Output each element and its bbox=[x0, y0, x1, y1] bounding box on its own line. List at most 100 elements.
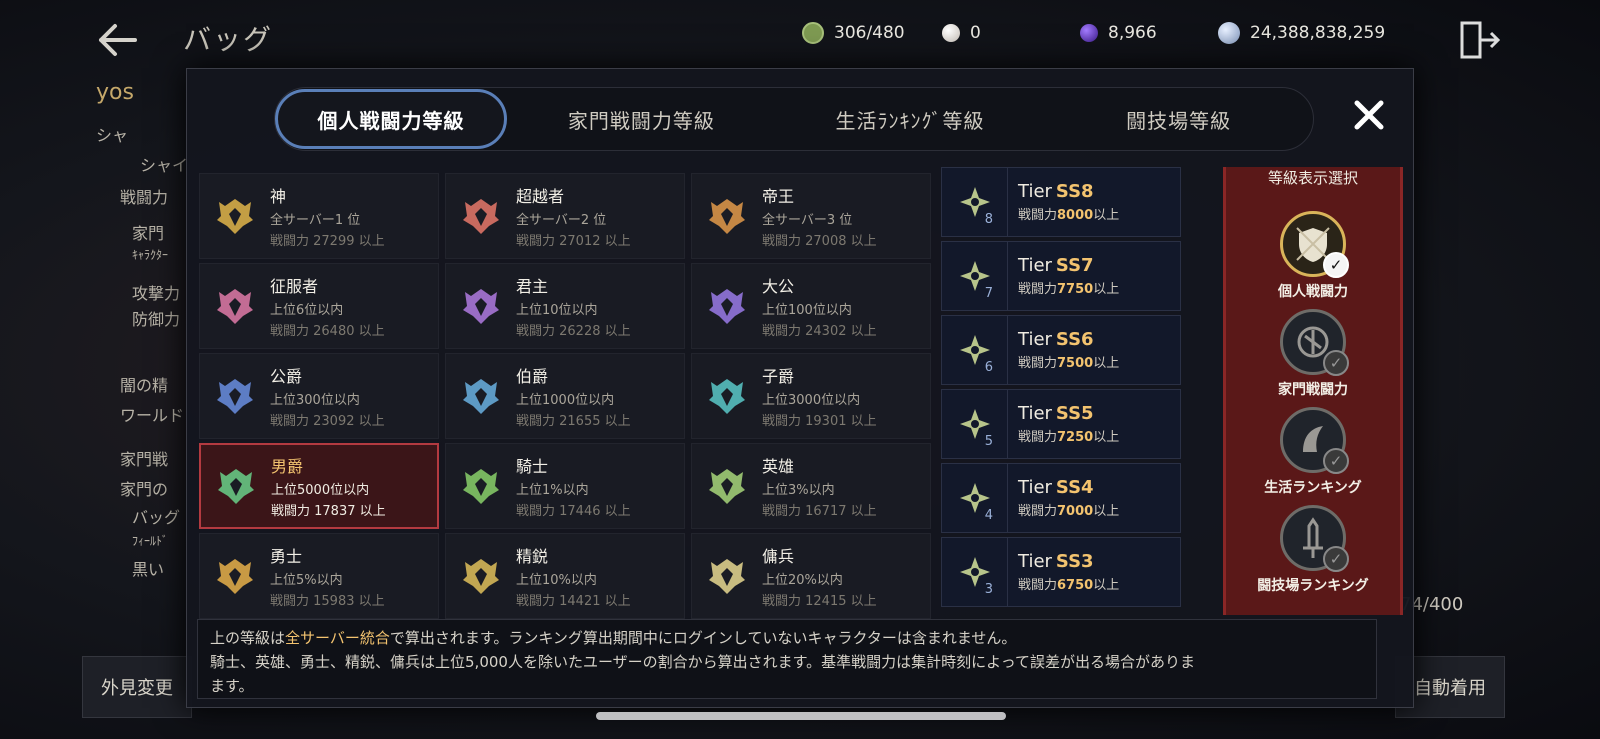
tier-cell[interactable]: 6 Tier SS6 戦闘力7500以上 bbox=[941, 315, 1181, 385]
grade-name: 公爵 bbox=[270, 367, 303, 386]
tier-cell[interactable]: 5 Tier SS5 戦闘力7250以上 bbox=[941, 389, 1181, 459]
display-option-label: 家門戦闘力 bbox=[1278, 382, 1348, 398]
tier-number: 5 bbox=[984, 434, 993, 449]
grade-text: 超越者 全サーバー2 位戦闘力 27012 以上 bbox=[516, 183, 631, 249]
tier-power-value: 7750 bbox=[1057, 282, 1094, 297]
display-option-life[interactable]: ✓ 生活ランキング bbox=[1226, 407, 1400, 507]
grade-name: 伯爵 bbox=[516, 367, 549, 386]
grade-cell[interactable]: 伯爵 上位1000位以内 戦闘力 21655 以上 bbox=[445, 353, 685, 439]
grade-cell[interactable]: 君主 上位10位以内 戦闘力 26228 以上 bbox=[445, 263, 685, 349]
weight-counter: 306/480 bbox=[802, 20, 905, 46]
crest-blue-icon bbox=[200, 353, 270, 439]
grade-name: 君主 bbox=[516, 277, 549, 296]
tier-leaf-icon: 6 bbox=[942, 315, 1008, 385]
sidebar-row: 攻撃力 bbox=[132, 284, 181, 303]
grade-name: 男爵 bbox=[271, 457, 304, 476]
tier-number: 6 bbox=[984, 360, 993, 375]
weight-icon bbox=[802, 22, 824, 44]
sidebar-row: 家門の bbox=[120, 480, 169, 499]
exit-door-icon[interactable] bbox=[1458, 20, 1504, 60]
grade-name: 勇士 bbox=[270, 547, 303, 566]
grade-cell[interactable]: 英雄上位3%以内戦闘力 16717 以上 bbox=[691, 443, 931, 529]
pearl-icon bbox=[942, 24, 960, 42]
tier-cell[interactable]: 7 Tier SS7 戦闘力7750以上 bbox=[941, 241, 1181, 311]
grade-cell[interactable]: 神全サーバー1 位戦闘力 27299 以上 bbox=[199, 173, 439, 259]
close-icon[interactable] bbox=[1349, 95, 1389, 135]
notice-text: で算出されます。ランキング算出期間中にログインしていないキャラクターは含まれませ… bbox=[389, 629, 1017, 647]
grade-cell[interactable]: 大公 上位100位以内 戦闘力 24302 以上 bbox=[691, 263, 931, 349]
appearance-change-button[interactable]: 外見変更 bbox=[82, 656, 192, 718]
sidebar-row: ワールド bbox=[120, 406, 185, 425]
grade-power: 戦闘力 26228 以上 bbox=[516, 324, 631, 339]
sidebar-row: 家門 bbox=[132, 224, 165, 243]
tier-cell[interactable]: 4 Tier SS4 戦闘力7000以上 bbox=[941, 463, 1181, 533]
grade-rank: 全サーバー1 位 bbox=[270, 213, 361, 228]
top-bar: バッグ 306/480 0 8,966 24,388,838,259 bbox=[0, 0, 1600, 72]
grade-cell[interactable]: 征服者 上位6位以内 戦闘力 26480 以上 bbox=[199, 263, 439, 349]
notice-highlight: 全サーバー統合 bbox=[285, 629, 390, 647]
crystal-counter: 8,966 bbox=[1080, 20, 1157, 46]
tab-life-ranking[interactable]: 生活ﾗﾝｷﾝｸﾞ等級 bbox=[776, 89, 1045, 149]
tab-family-power[interactable]: 家門戦闘力等級 bbox=[507, 89, 776, 149]
grade-power: 戦闘力 16717 以上 bbox=[762, 504, 877, 519]
sidebar-row: バッグ bbox=[132, 508, 181, 527]
grade-rank: 上位6位以内 bbox=[270, 303, 344, 318]
grade-power: 戦闘力 23092 以上 bbox=[270, 414, 385, 429]
tab-arena[interactable]: 闘技場等級 bbox=[1044, 89, 1313, 149]
tier-power: 戦闘力7000以上 bbox=[1018, 500, 1119, 519]
tier-power: 戦闘力7500以上 bbox=[1018, 352, 1119, 371]
grade-cell[interactable]: 精鋭 上位10%以内 戦闘力 14421 以上 bbox=[445, 533, 685, 619]
display-select-panel: 等級表示選択 ✓ 個人戦闘力 ✓ 家門戦闘力 ✓ 生活ランキング ✓ 闘技場ラン… bbox=[1223, 167, 1403, 615]
sidebar-row: シャイ bbox=[140, 156, 188, 175]
display-option-label: 闘技場ランキング bbox=[1257, 578, 1369, 594]
tier-name: Tier SS7 bbox=[1018, 255, 1119, 276]
grade-tabs: 個人戦闘力等級 家門戦闘力等級 生活ﾗﾝｷﾝｸﾞ等級 闘技場等級 bbox=[274, 87, 1314, 151]
display-option-personal[interactable]: ✓ 個人戦闘力 bbox=[1226, 211, 1400, 311]
crest-violet-icon bbox=[446, 263, 516, 349]
grade-rank: 上位3%以内 bbox=[762, 483, 835, 498]
grade-power: 戦闘力 19301 以上 bbox=[762, 414, 877, 429]
grade-cell[interactable]: 勇士 上位5%以内 戦闘力 15983 以上 bbox=[199, 533, 439, 619]
sidebar-row: 闇の精 bbox=[120, 376, 169, 395]
grade-name: 英雄 bbox=[762, 457, 795, 476]
tier-name: Tier SS6 bbox=[1018, 329, 1119, 350]
tier-grade: SS5 bbox=[1055, 403, 1094, 424]
tier-power-value: 7000 bbox=[1057, 504, 1094, 519]
tier-cell[interactable]: 3 Tier SS3 戦闘力6750以上 bbox=[941, 537, 1181, 607]
tier-power-suffix: 以上 bbox=[1093, 430, 1120, 445]
tier-leaf-icon: 4 bbox=[942, 463, 1008, 533]
grade-notice: 上の等級は全サーバー統合で算出されます。ランキング算出期間中にログインしていない… bbox=[197, 619, 1377, 699]
grade-text: 征服者 上位6位以内 戦闘力 26480 以上 bbox=[270, 273, 385, 339]
sidebar-row: 戦闘力 bbox=[120, 188, 169, 207]
display-option-family[interactable]: ✓ 家門戦闘力 bbox=[1226, 309, 1400, 409]
tier-power-label: 戦闘力 bbox=[1018, 356, 1058, 371]
grade-cell[interactable]: 子爵 上位3000位以内 戦闘力 19301 以上 bbox=[691, 353, 931, 439]
grade-cell[interactable]: 超越者 全サーバー2 位戦闘力 27012 以上 bbox=[445, 173, 685, 259]
grade-power: 戦闘力 14421 以上 bbox=[516, 594, 631, 609]
shield-swords-icon: ✓ bbox=[1280, 211, 1349, 278]
crest-lightgreen-icon bbox=[692, 443, 762, 529]
tier-power-value: 7250 bbox=[1057, 430, 1094, 445]
grade-cell[interactable]: 騎士 上位1%以内 戦闘力 17446 以上 bbox=[445, 443, 685, 529]
back-arrow-icon[interactable] bbox=[92, 18, 142, 62]
tier-text: Tier SS7 戦闘力7750以上 bbox=[1018, 255, 1119, 297]
grade-text: 伯爵 上位1000位以内 戦闘力 21655 以上 bbox=[516, 363, 631, 429]
grade-cell[interactable]: 公爵上位300位以内戦闘力 23092 以上 bbox=[199, 353, 439, 439]
family-crest-icon: ✓ bbox=[1280, 309, 1349, 376]
grade-cell[interactable]: 帝王 全サーバー3 位戦闘力 27008 以上 bbox=[691, 173, 931, 259]
tier-prefix: Tier bbox=[1018, 329, 1052, 350]
grade-rank: 上位10%以内 bbox=[516, 573, 597, 588]
pearl-value: 0 bbox=[970, 23, 981, 43]
grade-cell[interactable]: 男爵 上位5000位以内 戦闘力 17837 以上 bbox=[199, 443, 439, 529]
grade-rank: 上位300位以内 bbox=[270, 393, 360, 408]
grade-rank: 上位5%以内 bbox=[270, 573, 343, 588]
grade-name: 傭兵 bbox=[762, 547, 795, 566]
tier-power-value: 8000 bbox=[1057, 208, 1094, 223]
notice-line-3: ます。 bbox=[210, 677, 254, 695]
tier-cell[interactable]: 8 Tier SS8 戦闘力8000以上 bbox=[941, 167, 1181, 237]
tab-personal-power[interactable]: 個人戦闘力等級 bbox=[275, 89, 507, 149]
display-option-arena[interactable]: ✓ 闘技場ランキング bbox=[1226, 505, 1400, 605]
sidebar-name: yos bbox=[96, 80, 134, 105]
tier-list: 8 Tier SS8 戦闘力8000以上 7 Tier SS7 戦闘力7750以上 6 Tier S… bbox=[941, 167, 1181, 607]
grade-cell[interactable]: 傭兵 上位20%以内 戦闘力 12415 以上 bbox=[691, 533, 931, 619]
